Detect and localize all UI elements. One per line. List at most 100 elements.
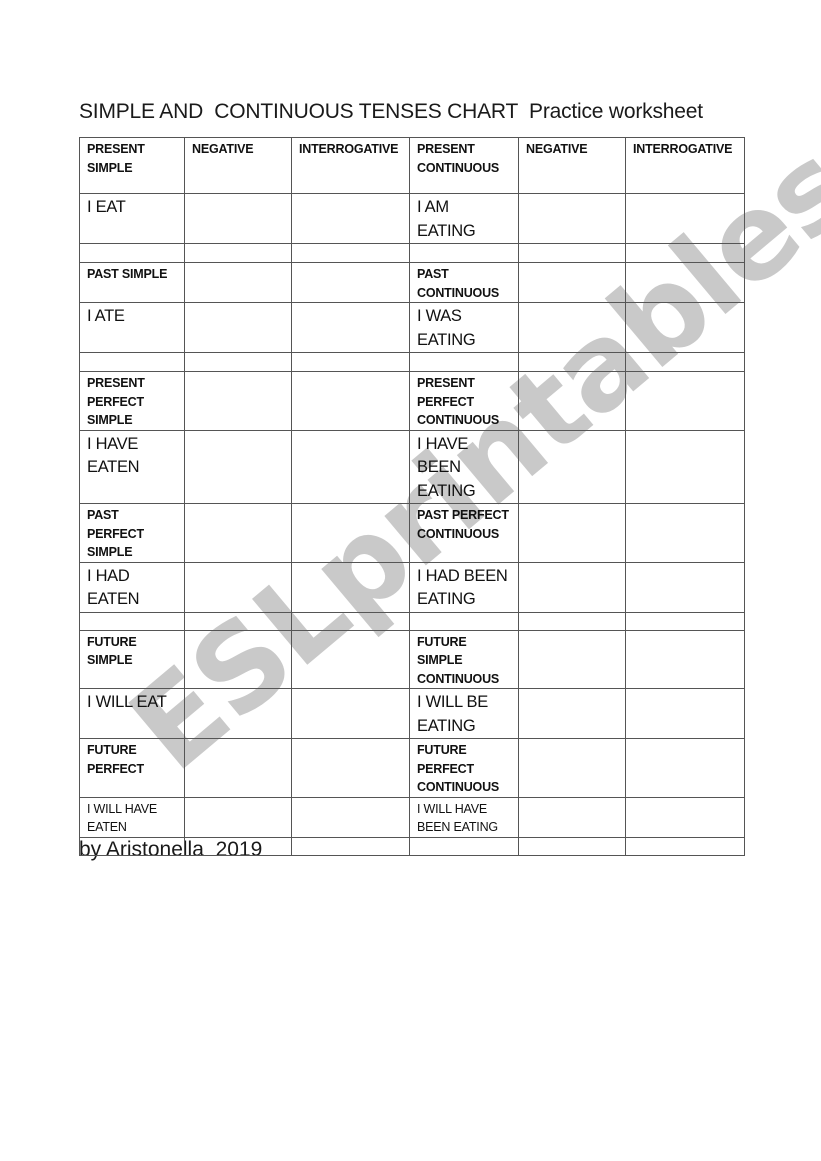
example-cell: I HAVE EATEN [79, 429, 185, 504]
answer-cell[interactable] [625, 561, 745, 613]
answer-cell[interactable] [184, 302, 292, 353]
answer-cell[interactable] [184, 796, 292, 838]
table-row: FUTURE SIMPLE FUTURE SIMPLE CONTINUOUS [79, 629, 745, 689]
tenses-table: PRESENT SIMPLE NEGATIVE INTERROGATIVE PR… [79, 137, 745, 856]
answer-cell[interactable] [184, 688, 292, 739]
tense-heading-cell [625, 629, 745, 689]
spacer-cell [409, 611, 519, 631]
spacer-cell [291, 611, 410, 631]
tense-heading-cell [184, 738, 292, 798]
answer-cell[interactable] [518, 561, 626, 613]
tense-heading-cell [625, 738, 745, 798]
tense-heading-cell: FUTURE SIMPLE CONTINUOUS [409, 629, 519, 689]
table-row [79, 611, 745, 631]
spacer-cell [409, 836, 519, 856]
tense-heading-cell [518, 262, 626, 303]
table-row: PAST PERFECT SIMPLE PAST PERFECT CONTINUO… [79, 503, 745, 563]
spacer-cell [625, 611, 745, 631]
tense-heading-cell [625, 371, 745, 431]
example-cell: I EAT [79, 193, 185, 244]
tense-heading-cell: FUTURE SIMPLE [79, 629, 185, 689]
example-cell: I HAD BEEN EATING [409, 561, 519, 613]
spacer-cell [625, 836, 745, 856]
answer-cell[interactable] [625, 193, 745, 244]
header-cell: INTERROGATIVE [625, 137, 745, 194]
tense-heading-cell [291, 738, 410, 798]
example-cell: I WILL BE EATING [409, 688, 519, 739]
example-cell: I HAD EATEN [79, 561, 185, 613]
answer-cell[interactable] [184, 193, 292, 244]
tense-heading-cell [184, 262, 292, 303]
table-row: I WILL HAVE EATEN I WILL HAVE BEEN EATING [79, 796, 745, 838]
tense-heading-cell [625, 503, 745, 563]
answer-cell[interactable] [291, 193, 410, 244]
example-cell: I WAS EATING [409, 302, 519, 353]
example-cell: I WILL HAVE BEEN EATING [409, 796, 519, 838]
answer-cell[interactable] [625, 688, 745, 739]
answer-cell[interactable] [518, 688, 626, 739]
answer-cell[interactable] [625, 796, 745, 838]
tense-heading-cell [184, 629, 292, 689]
tense-heading-cell [518, 503, 626, 563]
answer-cell[interactable] [291, 561, 410, 613]
spacer-cell [184, 243, 292, 263]
spacer-cell [518, 352, 626, 372]
tense-heading-cell: PAST PERFECT SIMPLE [79, 503, 185, 563]
tense-heading-cell: PAST SIMPLE [79, 262, 185, 303]
tense-heading-cell: PRESENT PERFECT CONTINUOUS [409, 371, 519, 431]
answer-cell[interactable] [184, 429, 292, 504]
answer-cell[interactable] [518, 302, 626, 353]
answer-cell[interactable] [625, 302, 745, 353]
tense-heading-cell [518, 629, 626, 689]
worksheet-title: SIMPLE AND CONTINUOUS TENSES CHART Pract… [79, 100, 703, 123]
header-cell: INTERROGATIVE [291, 137, 410, 194]
spacer-cell [184, 611, 292, 631]
header-cell: PRESENT SIMPLE [79, 137, 185, 194]
spacer-cell [291, 836, 410, 856]
answer-cell[interactable] [291, 429, 410, 504]
table-row: PAST SIMPLE PAST CONTINUOUS [79, 262, 745, 303]
example-cell: I HAVE BEEN EATING [409, 429, 519, 504]
tense-heading-cell [291, 503, 410, 563]
table-row: I ATE I WAS EATING [79, 302, 745, 353]
header-cell: NEGATIVE [184, 137, 292, 194]
spacer-cell [409, 243, 519, 263]
spacer-cell [409, 352, 519, 372]
tense-heading-cell [291, 371, 410, 431]
table-row [79, 352, 745, 372]
spacer-cell [625, 243, 745, 263]
spacer-cell [625, 352, 745, 372]
table-row [79, 836, 745, 856]
answer-cell[interactable] [184, 561, 292, 613]
spacer-cell [291, 352, 410, 372]
header-row: PRESENT SIMPLE NEGATIVE INTERROGATIVE PR… [79, 137, 745, 194]
spacer-cell [518, 611, 626, 631]
tense-heading-cell: PAST CONTINUOUS [409, 262, 519, 303]
tense-heading-cell: FUTURE PERFECT [79, 738, 185, 798]
spacer-cell [184, 352, 292, 372]
tense-heading-cell [291, 629, 410, 689]
tense-heading-cell [184, 371, 292, 431]
tense-heading-cell [291, 262, 410, 303]
spacer-cell [79, 836, 185, 856]
tense-heading-cell [518, 738, 626, 798]
answer-cell[interactable] [291, 688, 410, 739]
answer-cell[interactable] [291, 302, 410, 353]
example-cell: I ATE [79, 302, 185, 353]
answer-cell[interactable] [625, 429, 745, 504]
spacer-cell [79, 611, 185, 631]
spacer-cell [79, 243, 185, 263]
answer-cell[interactable] [291, 796, 410, 838]
answer-cell[interactable] [518, 796, 626, 838]
table-row: I WILL EAT I WILL BE EATING [79, 688, 745, 739]
tense-heading-cell: PRESENT PERFECT SIMPLE [79, 371, 185, 431]
spacer-cell [518, 243, 626, 263]
tense-heading-cell [184, 503, 292, 563]
example-cell: I WILL HAVE EATEN [79, 796, 185, 838]
table-row: I EAT I AM EATING [79, 193, 745, 244]
header-cell: PRESENT CONTINUOUS [409, 137, 519, 194]
spacer-cell [291, 243, 410, 263]
answer-cell[interactable] [518, 429, 626, 504]
answer-cell[interactable] [518, 193, 626, 244]
table-row: PRESENT PERFECT SIMPLE PRESENT PERFECT CO… [79, 371, 745, 431]
